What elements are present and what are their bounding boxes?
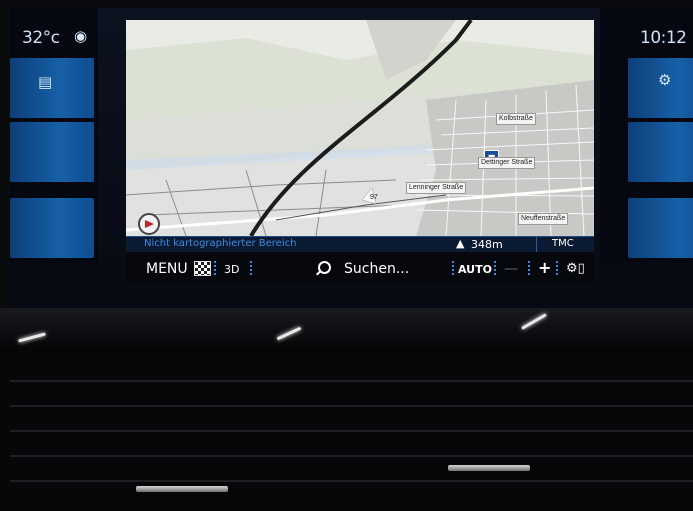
settings-button[interactable]: ⚙ <box>628 58 693 118</box>
left-panel: 32°c ◉ ▤ <box>10 8 98 263</box>
right-tile-3[interactable] <box>628 198 693 258</box>
left-tile-2[interactable] <box>10 122 94 182</box>
tmc-indicator[interactable]: TMC <box>552 238 574 249</box>
vent-adjust-handle[interactable] <box>448 465 530 471</box>
vent-slat <box>10 430 693 432</box>
right-tile-2[interactable] <box>628 122 693 182</box>
toolbar-divider <box>556 261 558 277</box>
street-label-neuffen: Neuffenstraße <box>518 213 569 225</box>
toolbar-divider <box>250 261 252 277</box>
info-divider <box>536 237 537 252</box>
toolbar-divider <box>214 261 216 277</box>
navigation-toolbar: MENU 3D Suchen... AUTO — + ⚙▯ <box>126 252 594 284</box>
vent-adjust-handle[interactable] <box>136 486 228 492</box>
clock: 10:12 <box>640 28 687 48</box>
street-label-lenninger: Lenninger Straße <box>406 182 467 194</box>
temperature-readout: 32°c <box>22 28 60 48</box>
settings-gears-icon: ⚙ <box>658 71 672 89</box>
navigation-info-bar: Nicht kartographierter Bereich ▲ 348m TM… <box>126 236 594 252</box>
map-status-text: Nicht kartographierter Bereich <box>144 238 297 249</box>
window-stack-icon: ▤ <box>38 73 53 91</box>
map-options-icon[interactable]: ⚙▯ <box>566 261 585 276</box>
street-label-dettinger: Dettinger Straße <box>478 157 536 169</box>
checkered-flag-icon[interactable] <box>194 261 211 276</box>
distance-readout: 348m <box>471 238 503 251</box>
navigation-map[interactable]: Kolbstraße ■ Dettinger Straße Lenninger … <box>126 20 594 252</box>
menu-button[interactable]: MENU <box>146 261 188 277</box>
mountain-icon: ▲ <box>456 237 465 250</box>
vent-slat <box>10 380 693 382</box>
vent-slat <box>10 405 693 407</box>
left-tile-3[interactable] <box>10 198 94 258</box>
dashboard-trim-upper <box>0 308 693 353</box>
toolbar-divider <box>494 261 496 277</box>
view-3d-button[interactable]: 3D <box>224 263 239 276</box>
zoom-in-button[interactable]: + <box>538 258 551 277</box>
search-button[interactable]: Suchen... <box>344 261 409 277</box>
search-icon[interactable] <box>318 261 331 274</box>
app-windows-button[interactable]: ▤ <box>10 58 94 118</box>
air-vent-panel <box>0 353 693 511</box>
zoom-out-button[interactable]: — <box>504 261 518 277</box>
vent-slat <box>10 455 693 457</box>
location-pin-icon: ◉ <box>74 27 88 45</box>
street-label-kolbstrasse: Kolbstraße <box>496 113 536 125</box>
toolbar-divider <box>528 261 530 277</box>
destination-marker-icon[interactable] <box>138 213 160 235</box>
zoom-auto-button[interactable]: AUTO <box>458 263 492 276</box>
route-number-label: 97 <box>370 194 378 201</box>
vent-slat <box>10 480 693 482</box>
right-panel: 10:12 ⚙ <box>600 8 693 263</box>
toolbar-divider <box>452 261 454 277</box>
